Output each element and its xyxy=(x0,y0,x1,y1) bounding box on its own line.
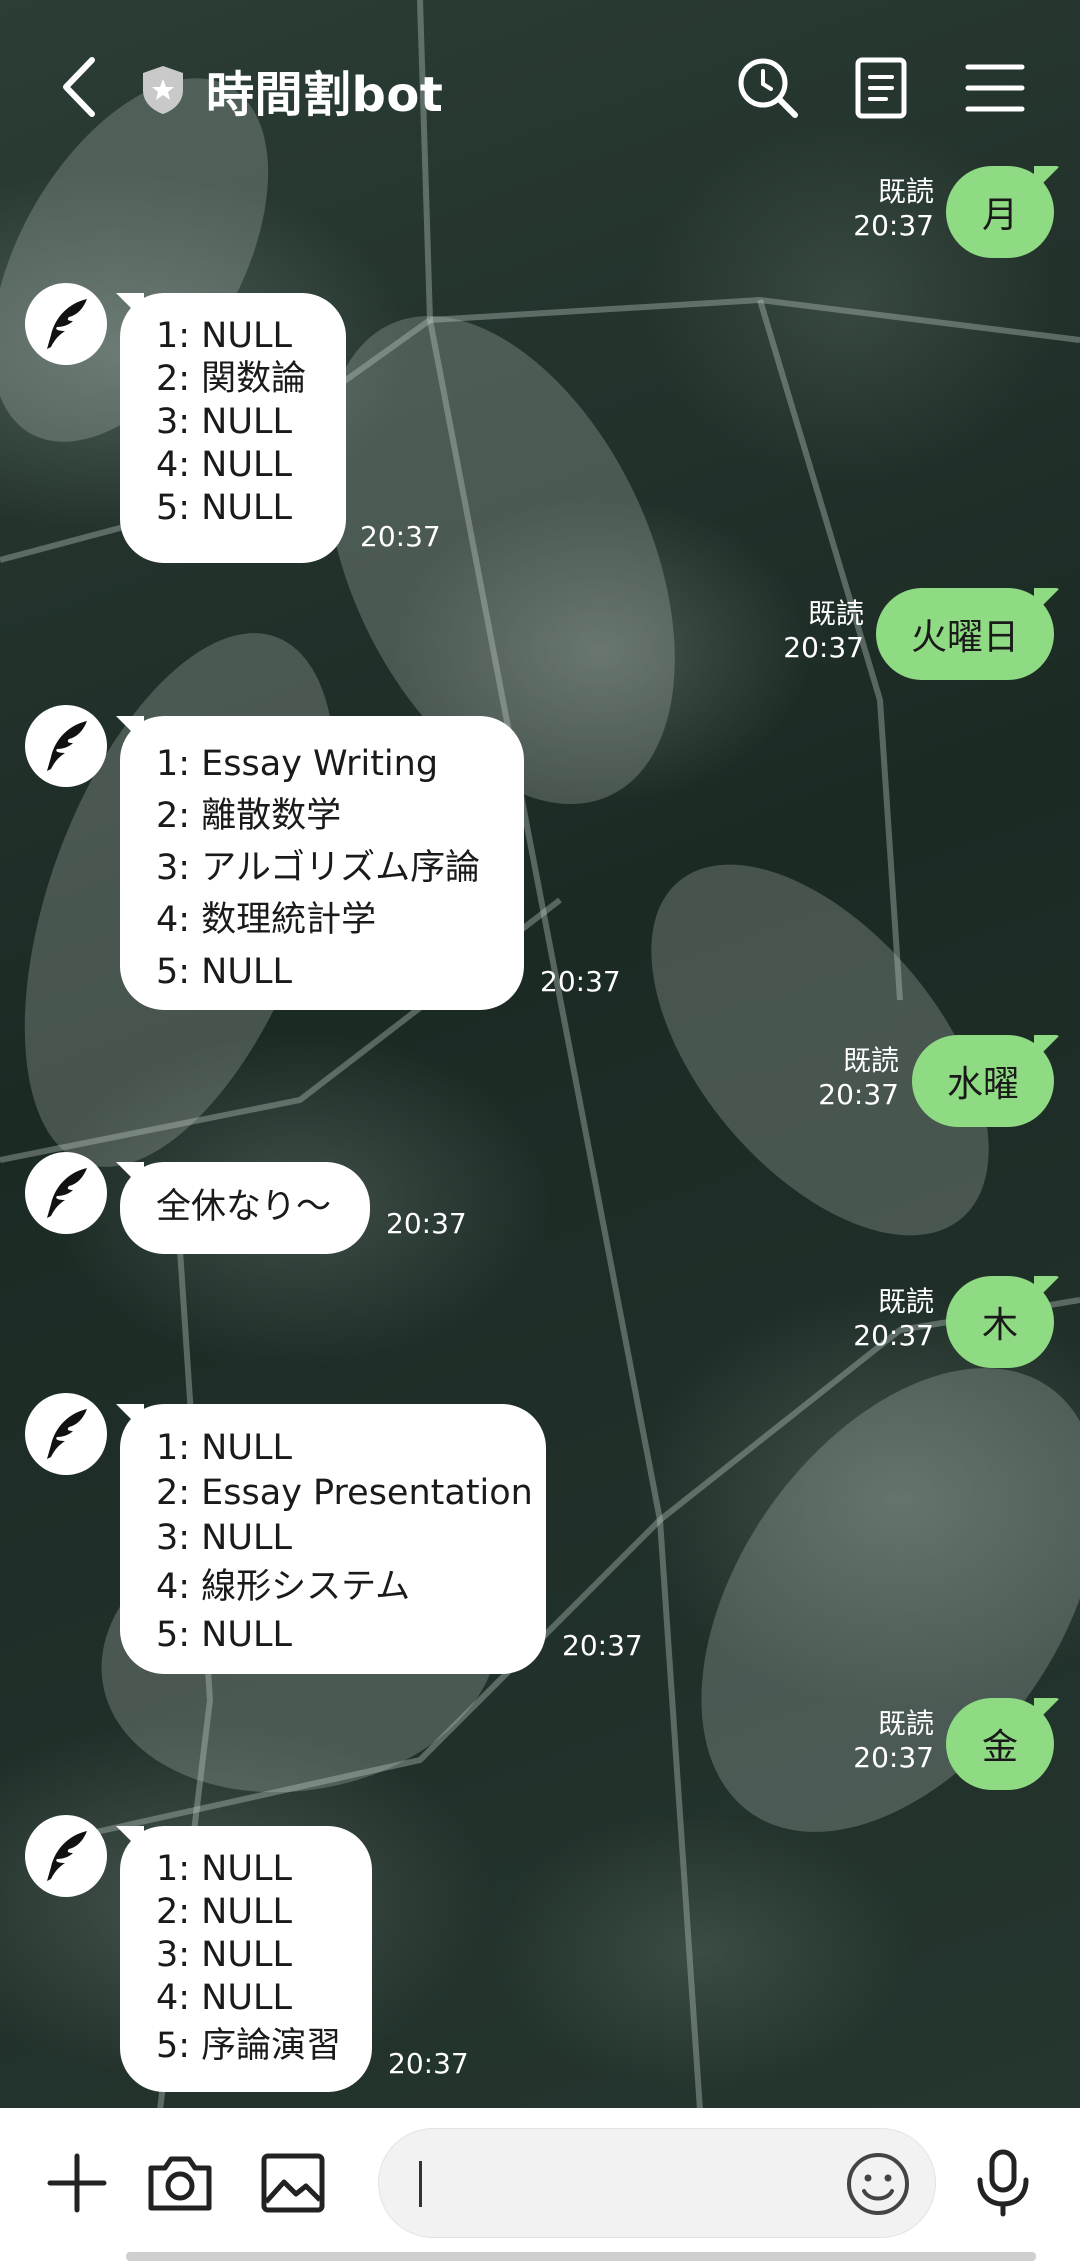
feather-icon xyxy=(47,1831,87,1881)
message-line: 1: NULL xyxy=(156,316,292,356)
message-line: 1: NULL xyxy=(156,1428,292,1468)
outgoing-message[interactable]: 水曜 xyxy=(912,1035,1054,1127)
message-line: 5: NULL xyxy=(156,488,292,528)
message-time: 20:37 xyxy=(818,1078,899,1111)
message-line: 4: NULL xyxy=(156,445,292,485)
incoming-message[interactable]: 1: Essay Writing 2: 離散数学 3: アルゴリズム序論 4: … xyxy=(120,716,524,1010)
outgoing-message[interactable]: 月 xyxy=(946,166,1054,258)
read-label: 既読 xyxy=(877,1707,934,1740)
outgoing-message[interactable]: 金 xyxy=(946,1698,1054,1790)
message-text: 金 xyxy=(981,1727,1018,1768)
message-line: 5: NULL xyxy=(156,1615,292,1655)
plus-icon[interactable] xyxy=(42,2148,112,2218)
message-text: 火曜日 xyxy=(910,617,1019,658)
bot-avatar[interactable] xyxy=(25,1152,107,1234)
message-time: 20:37 xyxy=(562,1629,643,1662)
incoming-message[interactable]: 1: NULL 2: Essay Presentation 3: NULL 4:… xyxy=(120,1404,546,1674)
message-time: 20:37 xyxy=(540,965,621,998)
message-line: 5: NULL xyxy=(156,952,292,992)
message-line: 3: NULL xyxy=(156,1935,292,1975)
message-line: 3: NULL xyxy=(156,1518,292,1558)
message-line: 4: NULL xyxy=(156,1978,292,2018)
message-text: 水曜 xyxy=(946,1064,1019,1105)
message-line: 2: Essay Presentation xyxy=(156,1473,533,1513)
read-label: 既読 xyxy=(877,1285,934,1318)
read-label: 既読 xyxy=(807,597,864,630)
message-time: 20:37 xyxy=(853,1741,934,1774)
bot-avatar[interactable] xyxy=(25,705,107,787)
search-history-icon[interactable] xyxy=(735,55,801,121)
incoming-message[interactable]: 全休なり～ xyxy=(120,1162,370,1254)
message-line: 2: NULL xyxy=(156,1892,292,1932)
incoming-message[interactable]: 1: NULL 2: 関数論 3: NULL 4: NULL 5: NULL xyxy=(120,293,346,563)
read-receipt: 既読 20:37 xyxy=(850,175,934,243)
shield-star-icon xyxy=(143,66,183,114)
read-label: 既読 xyxy=(842,1044,899,1077)
feather-icon xyxy=(47,1409,87,1459)
message-time: 20:37 xyxy=(386,1207,467,1240)
message-input[interactable] xyxy=(378,2128,936,2238)
read-receipt: 既読 20:37 xyxy=(850,1707,934,1775)
message-time: 20:37 xyxy=(388,2047,469,2080)
message-text: 木 xyxy=(981,1305,1018,1346)
camera-icon[interactable] xyxy=(145,2148,215,2218)
message-line: 4: 数理統計学 xyxy=(156,900,377,940)
chat-header: 時間割bot xyxy=(0,0,1080,175)
message-line: 5: 序論演習 xyxy=(156,2026,342,2066)
chat-title-area[interactable]: 時間割bot xyxy=(140,55,443,125)
message-line: 2: 離散数学 xyxy=(156,796,342,836)
feather-icon xyxy=(47,1168,87,1218)
message-line: 4: 線形システム xyxy=(156,1567,411,1607)
back-arrow-icon[interactable] xyxy=(52,52,112,122)
message-time: 20:37 xyxy=(853,209,934,242)
bot-avatar[interactable] xyxy=(25,1393,107,1475)
message-line: 3: アルゴリズム序論 xyxy=(156,848,481,888)
read-label: 既読 xyxy=(877,175,934,208)
message-time: 20:37 xyxy=(360,520,441,553)
bot-avatar[interactable] xyxy=(25,283,107,365)
message-line: 3: NULL xyxy=(156,402,292,442)
menu-icon[interactable] xyxy=(962,55,1028,121)
outgoing-message[interactable]: 木 xyxy=(946,1276,1054,1368)
message-line: 1: NULL xyxy=(156,1849,292,1889)
message-time: 20:37 xyxy=(783,631,864,664)
image-icon[interactable] xyxy=(258,2148,328,2218)
message-text: 月 xyxy=(981,195,1018,236)
outgoing-message[interactable]: 火曜日 xyxy=(876,588,1054,680)
text-caret xyxy=(419,2161,422,2207)
message-line: 全休なり～ xyxy=(156,1187,332,1227)
feather-icon xyxy=(47,299,87,349)
note-icon[interactable] xyxy=(848,55,914,121)
message-time: 20:37 xyxy=(853,1319,934,1352)
microphone-icon[interactable] xyxy=(968,2148,1038,2218)
read-receipt: 既読 20:37 xyxy=(815,1044,899,1112)
message-line: 2: 関数論 xyxy=(156,359,307,399)
feather-icon xyxy=(47,721,87,771)
emoji-icon[interactable] xyxy=(845,2151,911,2217)
read-receipt: 既読 20:37 xyxy=(850,1285,934,1353)
composer-bar xyxy=(0,2108,1080,2261)
bot-avatar[interactable] xyxy=(25,1815,107,1897)
incoming-message[interactable]: 1: NULL 2: NULL 3: NULL 4: NULL 5: 序論演習 xyxy=(120,1826,372,2092)
chat-title: 時間割bot xyxy=(206,67,444,123)
read-receipt: 既読 20:37 xyxy=(780,597,864,665)
keyboard-handle xyxy=(126,2252,1036,2261)
message-line: 1: Essay Writing xyxy=(156,744,439,784)
